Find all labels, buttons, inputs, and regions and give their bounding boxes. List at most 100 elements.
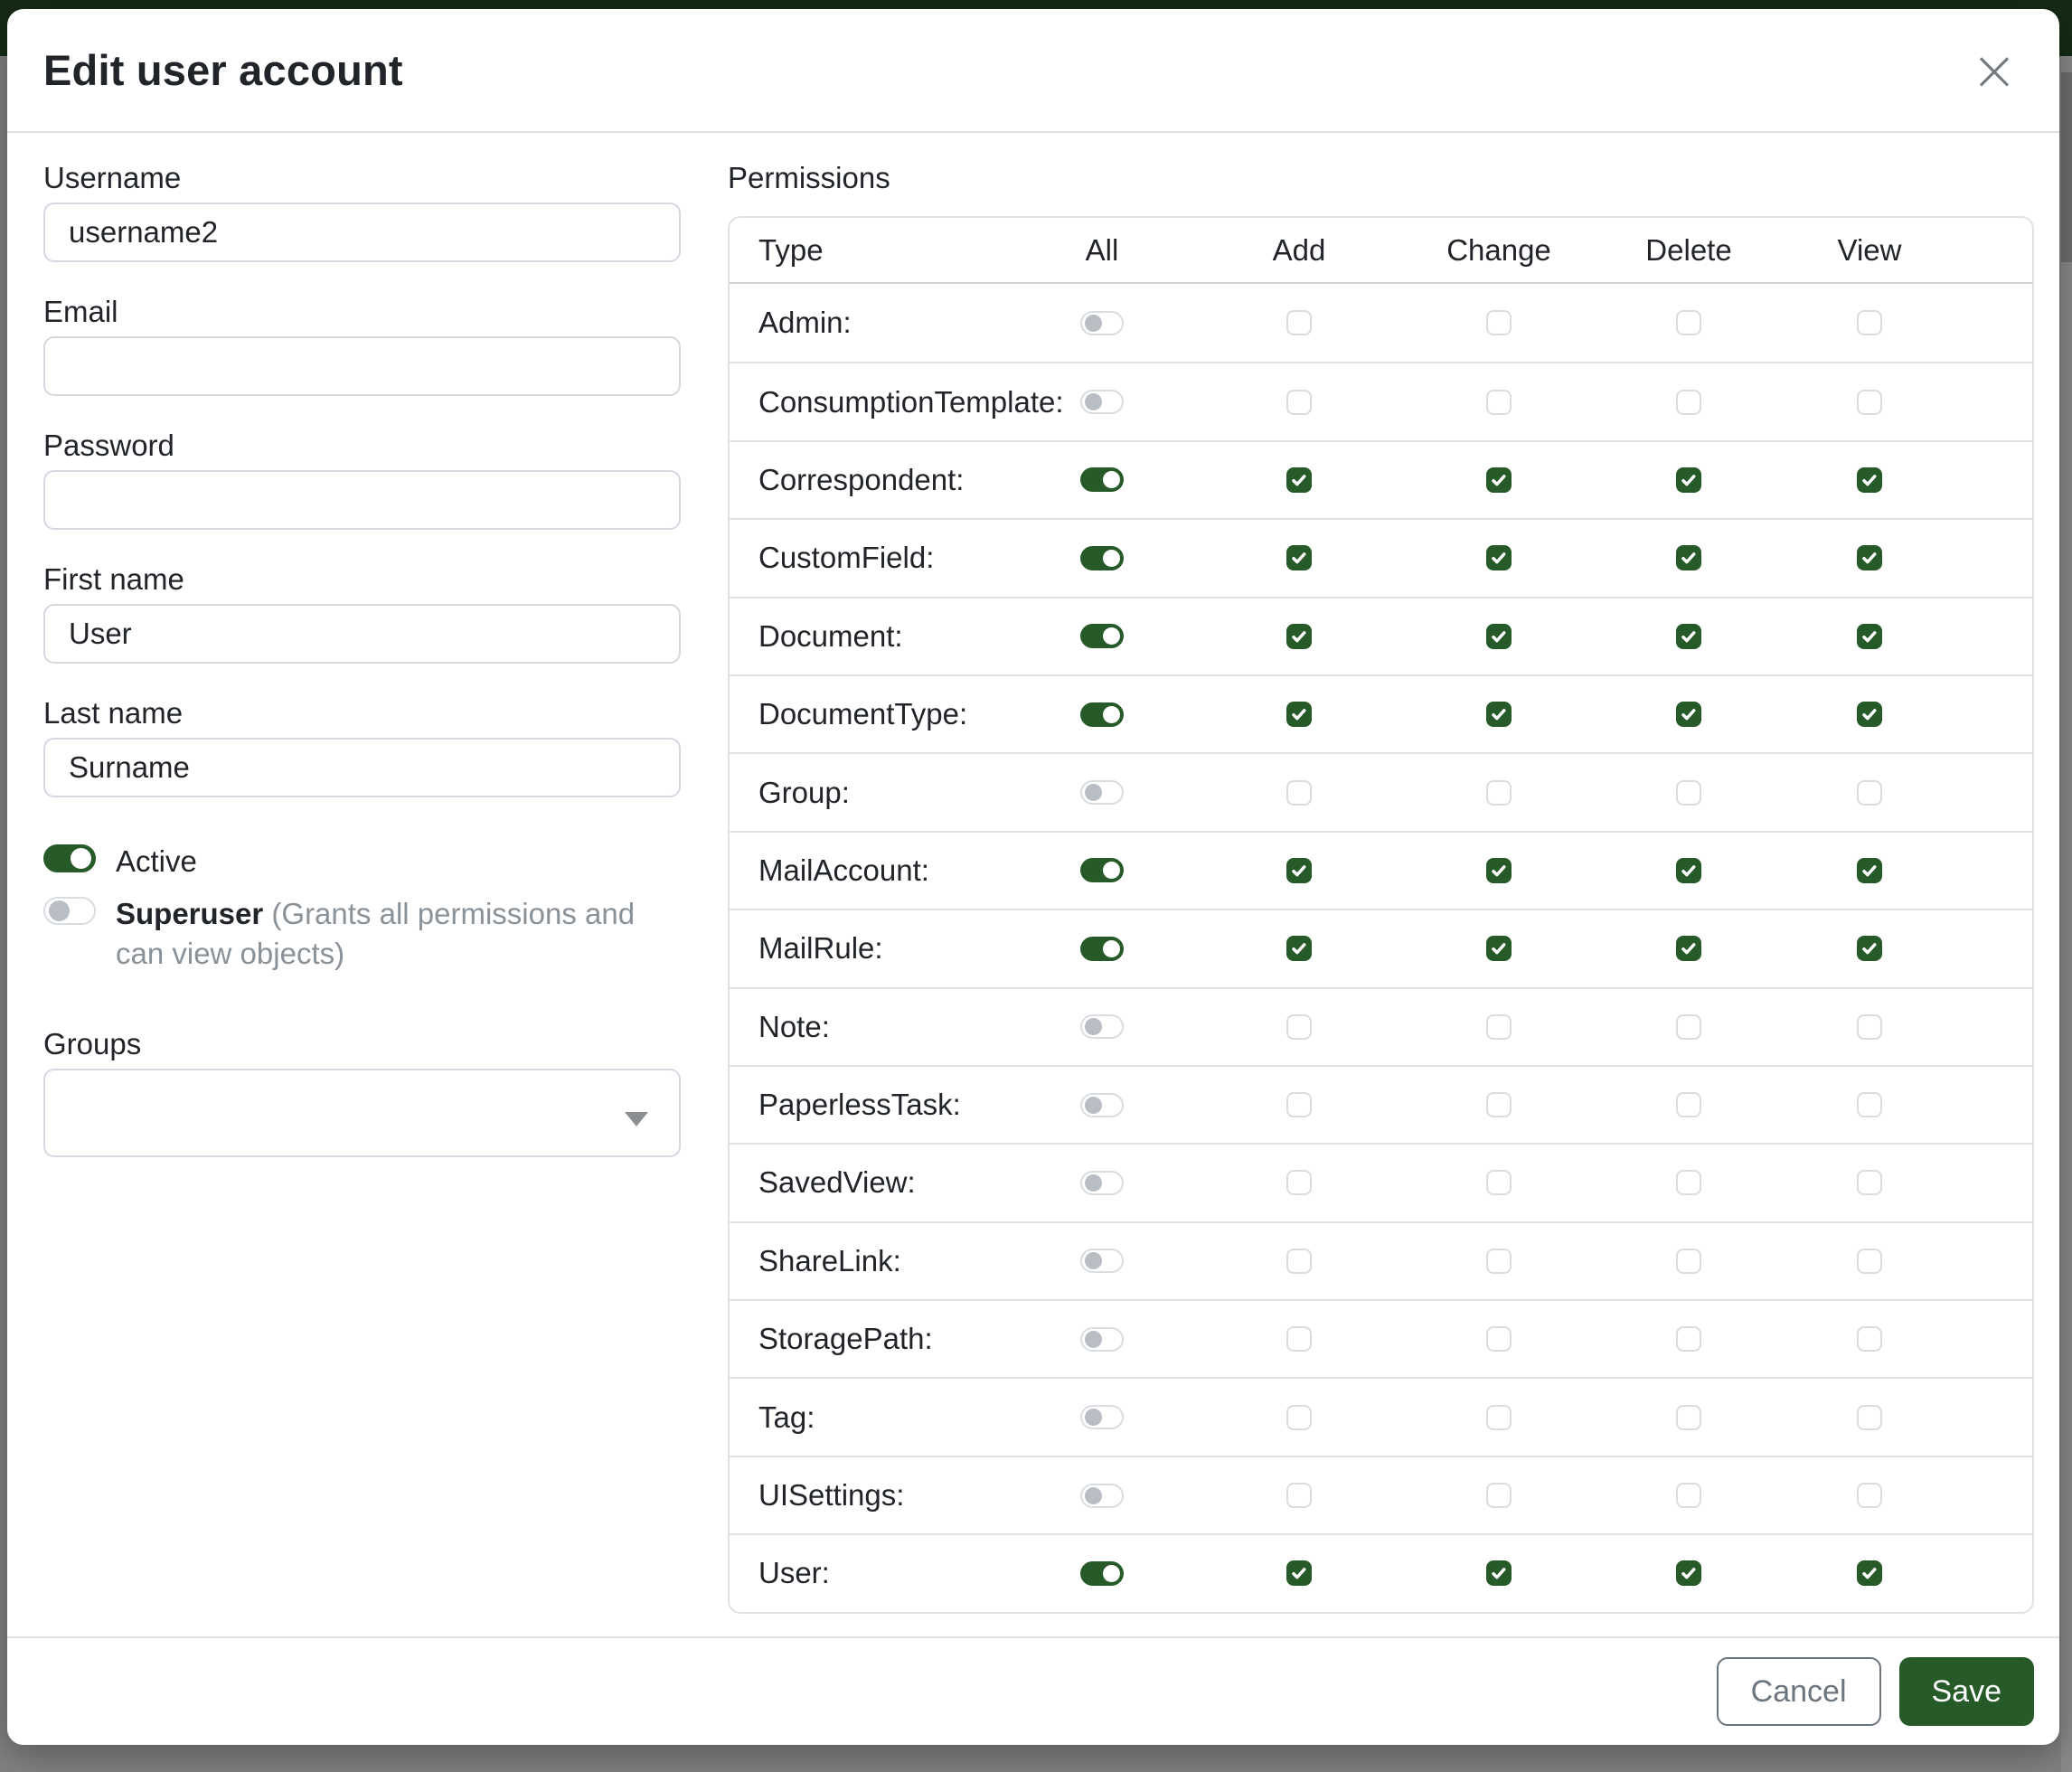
all-toggle[interactable] bbox=[1080, 1405, 1124, 1429]
add-checkbox[interactable] bbox=[1286, 1560, 1312, 1586]
all-toggle[interactable] bbox=[1080, 1171, 1124, 1195]
change-checkbox[interactable] bbox=[1486, 1405, 1512, 1430]
all-toggle[interactable] bbox=[1080, 467, 1124, 492]
view-checkbox[interactable] bbox=[1857, 1249, 1882, 1274]
all-toggle[interactable] bbox=[1080, 311, 1124, 335]
change-checkbox[interactable] bbox=[1486, 390, 1512, 415]
change-checkbox[interactable] bbox=[1486, 1092, 1512, 1117]
delete-checkbox[interactable] bbox=[1676, 545, 1701, 570]
add-checkbox[interactable] bbox=[1286, 780, 1312, 806]
add-checkbox[interactable] bbox=[1286, 310, 1312, 335]
delete-checkbox[interactable] bbox=[1676, 1326, 1701, 1352]
delete-checkbox[interactable] bbox=[1676, 1405, 1701, 1430]
add-checkbox[interactable] bbox=[1286, 1092, 1312, 1117]
delete-checkbox[interactable] bbox=[1676, 1483, 1701, 1508]
view-checkbox[interactable] bbox=[1857, 467, 1882, 493]
delete-checkbox[interactable] bbox=[1676, 467, 1701, 493]
change-checkbox[interactable] bbox=[1486, 936, 1512, 961]
change-checkbox[interactable] bbox=[1486, 1170, 1512, 1195]
all-toggle[interactable] bbox=[1080, 546, 1124, 570]
all-toggle[interactable] bbox=[1080, 1561, 1124, 1586]
close-icon[interactable]: × bbox=[1965, 42, 2023, 99]
delete-checkbox[interactable] bbox=[1676, 780, 1701, 806]
add-checkbox[interactable] bbox=[1286, 936, 1312, 961]
add-checkbox[interactable] bbox=[1286, 467, 1312, 493]
page-scrollbar[interactable] bbox=[2061, 56, 2072, 1772]
view-checkbox[interactable] bbox=[1857, 1014, 1882, 1040]
add-checkbox[interactable] bbox=[1286, 1170, 1312, 1195]
last-name-input[interactable] bbox=[43, 738, 681, 797]
all-toggle[interactable] bbox=[1080, 937, 1124, 961]
add-checkbox[interactable] bbox=[1286, 545, 1312, 570]
password-input[interactable] bbox=[43, 470, 681, 530]
cancel-button[interactable]: Cancel bbox=[1717, 1657, 1881, 1726]
all-toggle[interactable] bbox=[1080, 780, 1124, 805]
all-toggle[interactable] bbox=[1080, 1484, 1124, 1508]
change-checkbox[interactable] bbox=[1486, 545, 1512, 570]
save-button[interactable]: Save bbox=[1899, 1657, 2035, 1726]
view-checkbox[interactable] bbox=[1857, 1483, 1882, 1508]
all-toggle[interactable] bbox=[1080, 858, 1124, 882]
all-toggle[interactable] bbox=[1080, 624, 1124, 648]
email-input[interactable] bbox=[43, 336, 681, 396]
view-checkbox[interactable] bbox=[1857, 310, 1882, 335]
delete-checkbox[interactable] bbox=[1676, 858, 1701, 883]
view-checkbox[interactable] bbox=[1857, 780, 1882, 806]
add-checkbox[interactable] bbox=[1286, 1014, 1312, 1040]
change-checkbox[interactable] bbox=[1486, 467, 1512, 493]
all-toggle[interactable] bbox=[1080, 1093, 1124, 1117]
add-checkbox[interactable] bbox=[1286, 624, 1312, 649]
view-checkbox[interactable] bbox=[1857, 858, 1882, 883]
view-checkbox[interactable] bbox=[1857, 702, 1882, 727]
change-checkbox[interactable] bbox=[1486, 1249, 1512, 1274]
superuser-toggle[interactable] bbox=[43, 897, 96, 925]
username-input[interactable] bbox=[43, 203, 681, 262]
first-name-input[interactable] bbox=[43, 604, 681, 664]
add-checkbox[interactable] bbox=[1286, 1249, 1312, 1274]
delete-checkbox[interactable] bbox=[1676, 310, 1701, 335]
all-toggle[interactable] bbox=[1080, 1249, 1124, 1273]
active-toggle[interactable] bbox=[43, 844, 96, 872]
delete-checkbox[interactable] bbox=[1676, 390, 1701, 415]
permission-row-uisettings: UISettings: bbox=[730, 1456, 2032, 1533]
view-checkbox[interactable] bbox=[1857, 1092, 1882, 1117]
delete-checkbox[interactable] bbox=[1676, 1170, 1701, 1195]
add-checkbox[interactable] bbox=[1286, 1326, 1312, 1352]
add-checkbox[interactable] bbox=[1286, 390, 1312, 415]
view-checkbox[interactable] bbox=[1857, 936, 1882, 961]
view-checkbox[interactable] bbox=[1857, 624, 1882, 649]
delete-checkbox[interactable] bbox=[1676, 1014, 1701, 1040]
groups-select[interactable] bbox=[43, 1069, 681, 1157]
view-checkbox[interactable] bbox=[1857, 390, 1882, 415]
view-checkbox[interactable] bbox=[1857, 1326, 1882, 1352]
view-checkbox[interactable] bbox=[1857, 1405, 1882, 1430]
change-checkbox[interactable] bbox=[1486, 780, 1512, 806]
add-checkbox[interactable] bbox=[1286, 1405, 1312, 1430]
all-toggle[interactable] bbox=[1080, 702, 1124, 727]
page-scrollbar-thumb[interactable] bbox=[2061, 72, 2072, 262]
change-checkbox[interactable] bbox=[1486, 1560, 1512, 1586]
change-checkbox[interactable] bbox=[1486, 624, 1512, 649]
all-toggle[interactable] bbox=[1080, 1014, 1124, 1039]
view-checkbox[interactable] bbox=[1857, 1170, 1882, 1195]
change-checkbox[interactable] bbox=[1486, 310, 1512, 335]
change-checkbox[interactable] bbox=[1486, 1014, 1512, 1040]
change-checkbox[interactable] bbox=[1486, 702, 1512, 727]
delete-checkbox[interactable] bbox=[1676, 624, 1701, 649]
view-checkbox[interactable] bbox=[1857, 545, 1882, 570]
check-icon bbox=[1290, 1564, 1308, 1582]
all-toggle[interactable] bbox=[1080, 390, 1124, 414]
delete-checkbox[interactable] bbox=[1676, 936, 1701, 961]
change-checkbox[interactable] bbox=[1486, 1326, 1512, 1352]
add-checkbox[interactable] bbox=[1286, 1483, 1312, 1508]
change-checkbox[interactable] bbox=[1486, 858, 1512, 883]
delete-checkbox[interactable] bbox=[1676, 702, 1701, 727]
view-checkbox[interactable] bbox=[1857, 1560, 1882, 1586]
delete-checkbox[interactable] bbox=[1676, 1092, 1701, 1117]
all-toggle[interactable] bbox=[1080, 1327, 1124, 1352]
add-checkbox[interactable] bbox=[1286, 702, 1312, 727]
delete-checkbox[interactable] bbox=[1676, 1560, 1701, 1586]
add-checkbox[interactable] bbox=[1286, 858, 1312, 883]
delete-checkbox[interactable] bbox=[1676, 1249, 1701, 1274]
change-checkbox[interactable] bbox=[1486, 1483, 1512, 1508]
